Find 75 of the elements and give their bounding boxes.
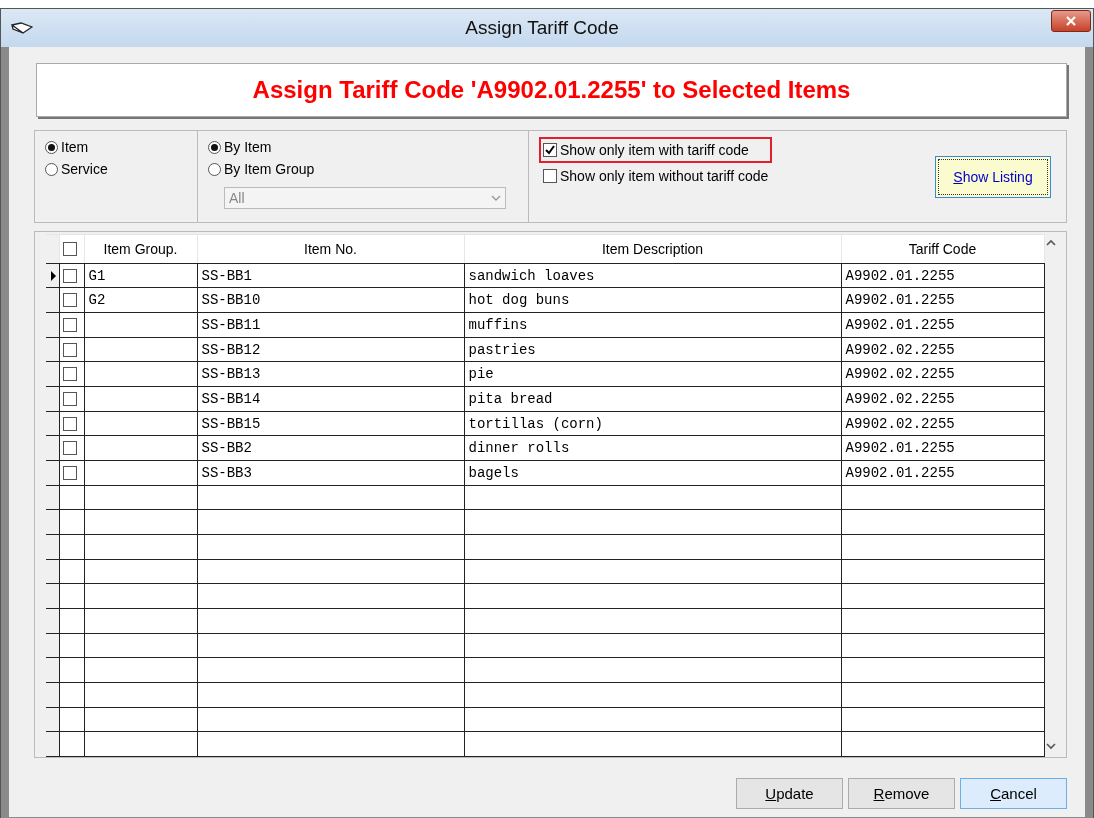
window-title: Assign Tariff Code [464, 17, 620, 39]
table-cell: pie [468, 366, 494, 383]
table-cell: A9902.01.2255 [845, 267, 955, 284]
close-button[interactable] [1051, 10, 1091, 32]
table-cell: SS-BB1 [201, 267, 252, 284]
radio-button[interactable] [208, 162, 221, 176]
radio-label[interactable]: By Item Group [224, 161, 315, 177]
row-header[interactable] [46, 411, 59, 436]
check-icon [545, 145, 555, 155]
table-cell: SS-BB13 [201, 366, 261, 383]
table-cell: SS-BB15 [201, 415, 261, 432]
filter-checkbox[interactable]: Show only item with tariff code [539, 137, 773, 163]
row-checkbox[interactable] [62, 416, 77, 431]
table-cell: SS-BB12 [201, 341, 261, 358]
table-cell: A9902.02.2255 [845, 341, 955, 358]
table-cell: G1 [88, 267, 106, 284]
table-cell: SS-BB3 [201, 464, 252, 481]
dialog-button[interactable]: Cancel [960, 778, 1067, 809]
dialog-button[interactable]: Remove [848, 778, 955, 809]
row-header[interactable] [46, 263, 59, 288]
show-listing-button[interactable]: Show Listing [935, 155, 1051, 198]
table-cell: sandwich loaves [468, 267, 595, 284]
table-cell: SS-BB14 [201, 390, 261, 407]
table-cell: SS-BB11 [201, 316, 261, 333]
table-cell: A9902.02.2255 [845, 415, 955, 432]
close-icon [1065, 16, 1077, 26]
table-cell: A9902.01.2255 [845, 464, 955, 481]
row-header[interactable] [46, 287, 59, 313]
row-checkbox[interactable] [62, 342, 77, 357]
banner-heading: Assign Tariff Code 'A9902.01.2255' to Selected Items [36, 63, 1067, 117]
column-header[interactable]: Item Group. [84, 234, 197, 264]
table-cell: A9902.01.2255 [845, 292, 955, 309]
row-checkbox[interactable] [62, 317, 77, 332]
row-checkbox[interactable] [62, 441, 77, 456]
row-header[interactable] [46, 386, 59, 412]
radio-button[interactable] [45, 162, 58, 176]
column-header[interactable]: Item Description [464, 234, 841, 264]
table-cell: pita bread [468, 390, 553, 407]
row-checkbox[interactable] [62, 367, 77, 382]
dialog-button[interactable]: Update [736, 778, 843, 809]
table-cell: G2 [88, 292, 106, 309]
filter-checkbox[interactable]: Show only item without tariff code [539, 163, 773, 189]
table-cell: A9902.02.2255 [845, 366, 955, 383]
radio-label[interactable]: By Item [224, 139, 272, 155]
table-cell: hot dog buns [468, 292, 570, 309]
table-cell: A9902.01.2255 [845, 316, 955, 333]
select-all-checkbox[interactable] [62, 241, 77, 256]
table-cell: muffins [468, 316, 528, 333]
radio-label[interactable]: Item [61, 139, 89, 155]
table-cell: A9902.01.2255 [845, 440, 955, 457]
radio-button[interactable] [208, 140, 221, 154]
radio-label[interactable]: Service [61, 161, 108, 177]
row-header[interactable] [46, 361, 59, 387]
row-header[interactable] [46, 337, 59, 362]
row-checkbox[interactable] [62, 391, 77, 406]
row-header[interactable] [46, 312, 59, 338]
table-cell: dinner rolls [468, 440, 570, 457]
column-header[interactable]: Item No. [197, 234, 464, 264]
row-header[interactable] [46, 435, 59, 461]
book-icon [11, 21, 33, 35]
table-cell: A9902.02.2255 [845, 390, 955, 407]
scroll-up-icon[interactable] [1044, 238, 1057, 248]
table-cell: SS-BB2 [201, 440, 252, 457]
row-checkbox[interactable] [62, 293, 77, 308]
row-pointer-icon [50, 270, 58, 281]
row-checkbox[interactable] [62, 465, 77, 480]
table-cell: bagels [468, 464, 519, 481]
row-checkbox[interactable] [62, 268, 77, 283]
scroll-down-icon[interactable] [1044, 741, 1057, 751]
table-cell: tortillas (corn) [468, 415, 603, 432]
column-header[interactable]: Tariff Code [841, 234, 1044, 264]
radio-button[interactable] [45, 140, 58, 154]
table-cell: pastries [468, 341, 536, 358]
row-header[interactable] [46, 460, 59, 486]
table-cell: SS-BB10 [201, 292, 261, 309]
